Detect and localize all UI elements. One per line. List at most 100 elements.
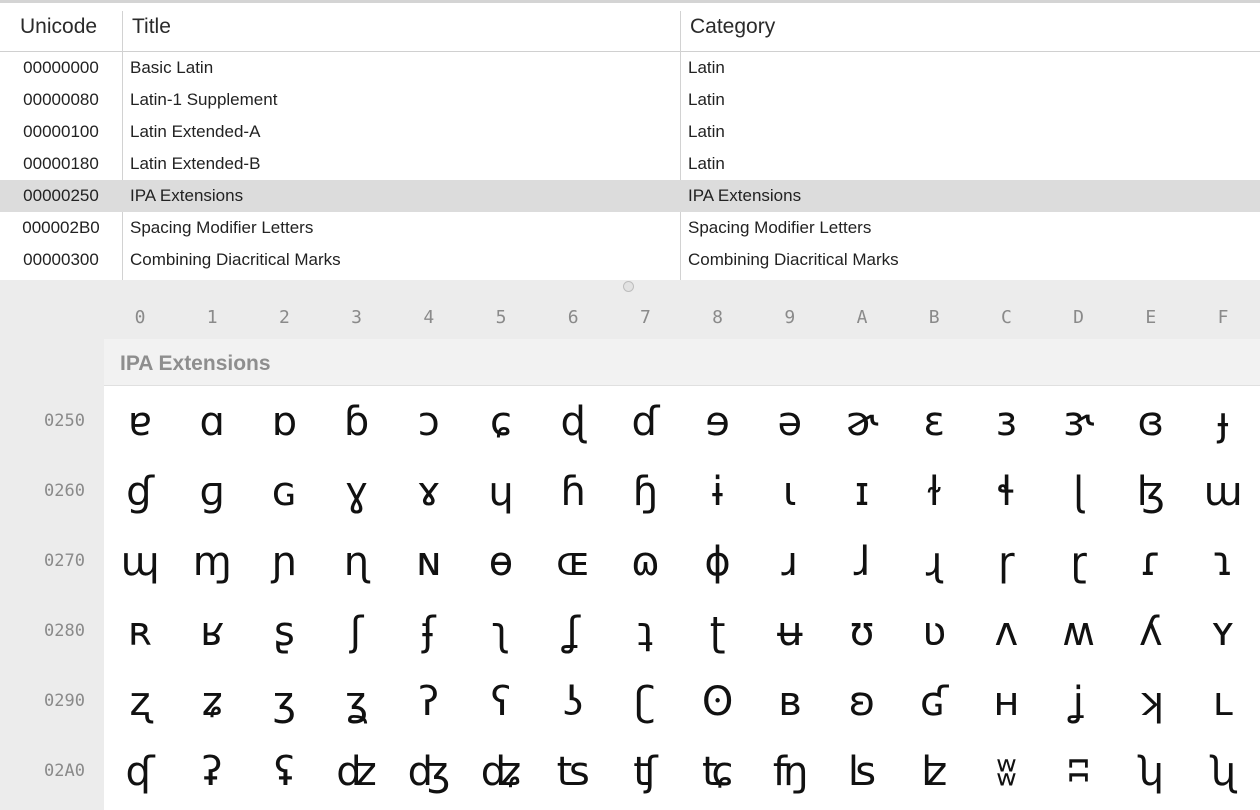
- glyph-cell[interactable]: ɾ: [1115, 527, 1187, 597]
- glyph-cell[interactable]: ʫ: [898, 737, 970, 807]
- table-row[interactable]: 00000100 Latin Extended-A Latin: [0, 116, 1260, 148]
- glyph-cell[interactable]: ʙ: [754, 667, 826, 737]
- glyph-cell[interactable]: ʘ: [682, 667, 754, 737]
- glyph-cell[interactable]: ɦ: [537, 457, 609, 527]
- glyph-cell[interactable]: ɿ: [1187, 527, 1259, 597]
- glyph-cell[interactable]: ɤ: [393, 457, 465, 527]
- glyph-cell[interactable]: ɻ: [898, 527, 970, 597]
- glyph-cell[interactable]: ɠ: [104, 457, 176, 527]
- glyph-cell[interactable]: ɢ: [248, 457, 320, 527]
- glyph-cell[interactable]: ʌ: [970, 597, 1042, 667]
- glyph-cell[interactable]: ʨ: [682, 737, 754, 807]
- glyph-cell[interactable]: ʀ: [104, 597, 176, 667]
- glyph-cell[interactable]: ʆ: [537, 597, 609, 667]
- glyph-cell[interactable]: ʢ: [248, 737, 320, 807]
- glyph-cell[interactable]: ʯ: [1187, 737, 1259, 807]
- glyph-cell[interactable]: ʈ: [682, 597, 754, 667]
- glyph-cell[interactable]: ə: [754, 387, 826, 457]
- glyph-cell[interactable]: ɫ: [898, 457, 970, 527]
- glyph-cell[interactable]: ɽ: [1043, 527, 1115, 597]
- glyph-cell[interactable]: ɲ: [248, 527, 320, 597]
- glyph-cell[interactable]: ɴ: [393, 527, 465, 597]
- glyph-cell[interactable]: ʇ: [609, 597, 681, 667]
- glyph-cell[interactable]: ɳ: [321, 527, 393, 597]
- glyph-cell[interactable]: ɑ: [176, 387, 248, 457]
- glyph-cell[interactable]: ʝ: [1043, 667, 1115, 737]
- glyph-cell[interactable]: ʒ: [248, 667, 320, 737]
- glyph-cell[interactable]: ʠ: [104, 737, 176, 807]
- glyph-cell[interactable]: ʭ: [1043, 737, 1115, 807]
- glyph-cell[interactable]: ʂ: [248, 597, 320, 667]
- splitter-handle[interactable]: [623, 281, 634, 292]
- glyph-cell[interactable]: ɺ: [826, 527, 898, 597]
- table-row[interactable]: 00000300 Combining Diacritical Marks Combi…: [0, 244, 1260, 276]
- glyph-cell[interactable]: ʍ: [1043, 597, 1115, 667]
- glyph-cell[interactable]: ɪ: [826, 457, 898, 527]
- glyph-cell[interactable]: ʪ: [826, 737, 898, 807]
- table-row[interactable]: 00000080 Latin-1 Supplement Latin: [0, 84, 1260, 116]
- glyph-cell[interactable]: ɰ: [104, 527, 176, 597]
- glyph-cell[interactable]: ɧ: [609, 457, 681, 527]
- glyph-cell[interactable]: ʖ: [537, 667, 609, 737]
- glyph-cell[interactable]: ʁ: [176, 597, 248, 667]
- glyph-cell[interactable]: ʋ: [898, 597, 970, 667]
- glyph-cell[interactable]: ʞ: [1115, 667, 1187, 737]
- glyph-cell[interactable]: ɛ: [898, 387, 970, 457]
- table-row[interactable]: 00000000 Basic Latin Latin: [0, 52, 1260, 84]
- glyph-cell[interactable]: ɭ: [1043, 457, 1115, 527]
- glyph-cell[interactable]: ɷ: [609, 527, 681, 597]
- glyph-cell[interactable]: ɨ: [682, 457, 754, 527]
- glyph-cell[interactable]: ʦ: [537, 737, 609, 807]
- glyph-cell[interactable]: ʐ: [104, 667, 176, 737]
- glyph-cell[interactable]: ɥ: [465, 457, 537, 527]
- glyph-cell[interactable]: ʮ: [1115, 737, 1187, 807]
- glyph-cell[interactable]: ɔ: [393, 387, 465, 457]
- glyph-cell[interactable]: ɓ: [321, 387, 393, 457]
- glyph-cell[interactable]: ʛ: [898, 667, 970, 737]
- table-row[interactable]: 00000250 IPA Extensions IPA Extensions: [0, 180, 1260, 212]
- glyph-cell[interactable]: ɣ: [321, 457, 393, 527]
- glyph-cell[interactable]: ɜ: [970, 387, 1042, 457]
- glyph-cell[interactable]: ɩ: [754, 457, 826, 527]
- glyph-cell[interactable]: ɬ: [970, 457, 1042, 527]
- glyph-cell[interactable]: ʊ: [826, 597, 898, 667]
- glyph-cell[interactable]: ɼ: [970, 527, 1042, 597]
- glyph-cell[interactable]: ʜ: [970, 667, 1042, 737]
- glyph-cell[interactable]: ɶ: [537, 527, 609, 597]
- glyph-cell[interactable]: ɘ: [682, 387, 754, 457]
- glyph-cell[interactable]: ʃ: [321, 597, 393, 667]
- glyph-cell[interactable]: ɸ: [682, 527, 754, 597]
- glyph-cell[interactable]: ɮ: [1115, 457, 1187, 527]
- column-header-unicode[interactable]: Unicode: [20, 15, 97, 39]
- glyph-cell[interactable]: ʏ: [1187, 597, 1259, 667]
- glyph-cell[interactable]: ɹ: [754, 527, 826, 597]
- glyph-cell[interactable]: ɖ: [537, 387, 609, 457]
- glyph-cell[interactable]: ʓ: [321, 667, 393, 737]
- glyph-cell[interactable]: ʑ: [176, 667, 248, 737]
- table-row[interactable]: 00000180 Latin Extended-B Latin: [0, 148, 1260, 180]
- glyph-cell[interactable]: ɱ: [176, 527, 248, 597]
- glyph-cell[interactable]: ʚ: [826, 667, 898, 737]
- glyph-cell[interactable]: ɡ: [176, 457, 248, 527]
- glyph-cell[interactable]: ɕ: [465, 387, 537, 457]
- glyph-cell[interactable]: ʥ: [465, 737, 537, 807]
- glyph-cell[interactable]: ʧ: [609, 737, 681, 807]
- glyph-cell[interactable]: ʉ: [754, 597, 826, 667]
- column-header-category[interactable]: Category: [690, 15, 775, 39]
- glyph-cell[interactable]: ɝ: [1043, 387, 1115, 457]
- glyph-cell[interactable]: ʅ: [465, 597, 537, 667]
- glyph-cell[interactable]: ʤ: [393, 737, 465, 807]
- glyph-cell[interactable]: ɒ: [248, 387, 320, 457]
- glyph-cell[interactable]: ʎ: [1115, 597, 1187, 667]
- glyph-cell[interactable]: ʡ: [176, 737, 248, 807]
- glyph-cell[interactable]: ɵ: [465, 527, 537, 597]
- glyph-cell[interactable]: ʗ: [609, 667, 681, 737]
- table-row[interactable]: 000002B0 Spacing Modifier Letters Spacing …: [0, 212, 1260, 244]
- glyph-cell[interactable]: ʄ: [393, 597, 465, 667]
- glyph-cell[interactable]: ɐ: [104, 387, 176, 457]
- glyph-cell[interactable]: ʩ: [754, 737, 826, 807]
- glyph-cell[interactable]: ʔ: [393, 667, 465, 737]
- glyph-cell[interactable]: ɗ: [609, 387, 681, 457]
- glyph-cell[interactable]: ʟ: [1187, 667, 1259, 737]
- glyph-cell[interactable]: ɚ: [826, 387, 898, 457]
